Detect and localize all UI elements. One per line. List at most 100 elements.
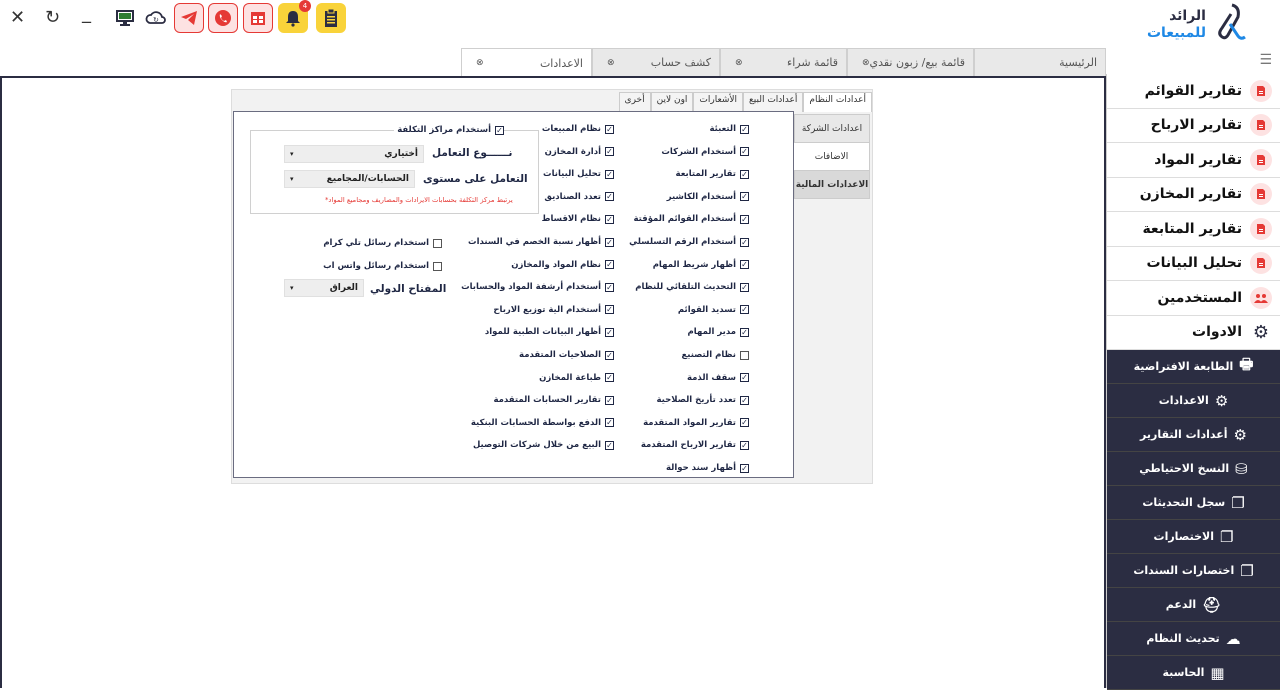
setting-checkbox[interactable]: ✓ الدفع بواسطة الحسابات البنكية [471,418,614,428]
checkbox-box[interactable]: ✓ [495,125,504,135]
checkbox-box[interactable]: ✓ [740,192,749,202]
side-tab-addons[interactable]: الاضافات [794,142,870,171]
sidebar-item[interactable]: تقارير المتابعة [1107,212,1280,247]
checkbox-box[interactable]: ✓ [740,169,749,179]
tab-close-icon[interactable]: ⊗ [735,58,743,68]
setting-checkbox[interactable]: ✓ تقارير المتابعة [676,169,749,179]
checkbox-box[interactable]: ✓ [605,192,614,202]
checkbox-box[interactable]: ✓ [740,373,749,383]
checkbox-box[interactable]: ✓ [605,327,614,337]
cloud-sync-icon[interactable]: ↻ [141,3,171,33]
setting-checkbox[interactable]: ✓ تحليل البيانات [543,169,614,179]
setting-checkbox[interactable]: ✓ التحديث التلقائي للنظام [635,282,749,292]
checkbox-box[interactable]: ✓ [740,418,749,428]
setting-checkbox[interactable]: ✓ أظهار نسبة الخصم في السندات [468,237,614,247]
setting-checkbox[interactable]: ✓ أستخدام الية توزيع الارباح [493,305,614,315]
sidebar-subitem[interactable]: اختصارات السندات ❐ [1107,554,1280,588]
checkbox-box[interactable]: ✓ [740,124,749,134]
deal-type-select[interactable]: أختياري ▾ [284,145,424,163]
checkbox-box[interactable]: ✓ [605,440,614,450]
sidebar-item[interactable]: المستخدمين [1107,281,1280,316]
setting-checkbox[interactable]: ✓ التعبئة [710,124,749,134]
refresh-button[interactable]: ↻ [45,8,60,28]
sidebar-item[interactable]: تقارير المخازن [1107,178,1280,212]
telegram-messages-checkbox[interactable]: استخدام رسائل تلي كرام [323,238,442,248]
sidebar-subitem[interactable]: الاختصارات ❐ [1107,520,1280,554]
setting-checkbox[interactable]: ✓ أستخدام أرشفة المواد والحسابات [461,282,614,292]
checkbox-box[interactable]: ✓ [605,237,614,247]
sidebar-item[interactable]: تقارير القوائم [1107,74,1280,109]
checkbox-box[interactable] [433,238,442,248]
sidebar-item[interactable]: ⚙ الادوات [1107,316,1280,350]
setting-checkbox[interactable]: ✓ البيع من خلال شركات التوصيل [473,440,614,450]
checkbox-box[interactable] [740,350,749,360]
tab-home[interactable]: الرئيسية [974,48,1106,76]
setting-checkbox[interactable]: نظام التصنيع [681,350,749,360]
sidebar-item[interactable]: تقارير الارباح [1107,109,1280,143]
checkbox-box[interactable]: ✓ [740,214,749,224]
calendar-icon[interactable] [243,3,273,33]
setting-checkbox[interactable]: ✓ نظام المواد والمخازن [511,260,614,270]
checkbox-box[interactable]: ✓ [740,260,749,270]
tab-system-settings[interactable]: أعدادات النظام [803,92,872,112]
checkbox-box[interactable]: ✓ [605,350,614,360]
sidebar-subitem[interactable]: الحاسبة ▦ [1107,656,1280,690]
setting-checkbox[interactable]: ✓ نظام المبيعات [542,124,614,134]
checkbox-box[interactable]: ✓ [605,147,614,157]
setting-checkbox[interactable]: ✓ مدير المهام [688,327,749,337]
checkbox-box[interactable]: ✓ [605,373,614,383]
tab-settings[interactable]: الاعدادات ⊗ [461,48,592,77]
intl-code-select[interactable]: العراق ▾ [284,279,364,297]
setting-checkbox[interactable]: ✓ تعدد الصناديق [544,192,614,202]
checkbox-box[interactable]: ✓ [740,147,749,157]
tab-online[interactable]: اون لاين [650,92,694,112]
setting-checkbox[interactable]: ✓ تقارير الارباح المتقدمة [641,440,749,450]
sidebar-subitem[interactable]: أعدادات التقارير ⚙ [1107,418,1280,452]
checkbox-box[interactable]: ✓ [740,395,749,405]
setting-checkbox[interactable]: ✓ أستخدام الشركات [661,147,749,157]
tab-purchase-invoice[interactable]: قائمة شراء ⊗ [720,48,847,76]
tab-other[interactable]: أخرى [618,92,651,112]
clipboard-icon[interactable] [316,3,346,33]
tab-close-icon[interactable]: ⊗ [476,58,484,68]
cost-centers-checkbox[interactable]: ✓ أستخدام مراكز التكلفة [394,125,504,135]
setting-checkbox[interactable]: ✓ نظام الاقساط [542,214,614,224]
setting-checkbox[interactable]: ✓ سقف الذمة [687,373,749,383]
setting-checkbox[interactable]: ✓ أستخدام الرقم التسلسلي [629,237,749,247]
sidebar-subitem[interactable]: النسخ الاحتياطي ⛁ [1107,452,1280,486]
checkbox-box[interactable] [433,261,442,271]
checkbox-box[interactable]: ✓ [605,214,614,224]
checkbox-box[interactable]: ✓ [740,327,749,337]
setting-checkbox[interactable]: ✓ طباعة المخازن [539,373,614,383]
tab-sale-invoice[interactable]: قائمة بيع/ زبون نقدي ⊗ [847,48,974,76]
setting-checkbox[interactable]: ✓ أظهار شريط المهام [653,260,749,270]
checkbox-box[interactable]: ✓ [740,440,749,450]
menu-hamburger-icon[interactable]: ☰ [1259,52,1272,68]
notification-bell-icon[interactable]: 4 [278,0,311,33]
tab-close-icon[interactable]: ⊗ [607,58,615,68]
checkbox-box[interactable]: ✓ [605,418,614,428]
checkbox-box[interactable]: ✓ [605,395,614,405]
setting-checkbox[interactable]: ✓ تعدد تأريخ الصلاحية [657,395,749,405]
close-window-button[interactable]: ✕ [10,8,25,28]
sidebar-item[interactable]: تقارير المواد [1107,143,1280,178]
setting-checkbox[interactable]: ✓ أستخدام الكاشير [667,192,749,202]
setting-checkbox[interactable]: ✓ أستخدام القوائم المؤقتة [634,214,749,224]
side-tab-company-settings[interactable]: اعدادات الشركة [794,114,870,143]
sidebar-subitem[interactable]: سجل التحديثات ❐ [1107,486,1280,520]
tab-notifications[interactable]: الأشعارات [693,92,743,112]
checkbox-box[interactable]: ✓ [740,305,749,315]
whatsapp-icon[interactable] [208,3,238,33]
level-select[interactable]: الحسابات/المجاميع ▾ [284,170,415,188]
checkbox-box[interactable]: ✓ [605,124,614,134]
checkbox-box[interactable]: ✓ [740,282,749,292]
setting-checkbox[interactable]: ✓ تسديد القوائم [678,305,749,315]
checkbox-box[interactable]: ✓ [740,463,749,473]
setting-checkbox[interactable]: ✓ تقارير المواد المتقدمة [643,418,749,428]
monitor-icon[interactable] [110,3,140,33]
checkbox-box[interactable]: ✓ [740,237,749,247]
setting-checkbox[interactable]: ✓ تقارير الحسابات المتقدمة [493,395,614,405]
sidebar-subitem[interactable]: الاعدادات ⚙ [1107,384,1280,418]
setting-checkbox[interactable]: ✓ أدارة المخازن [545,147,614,157]
minimize-button[interactable]: _ [82,4,91,24]
